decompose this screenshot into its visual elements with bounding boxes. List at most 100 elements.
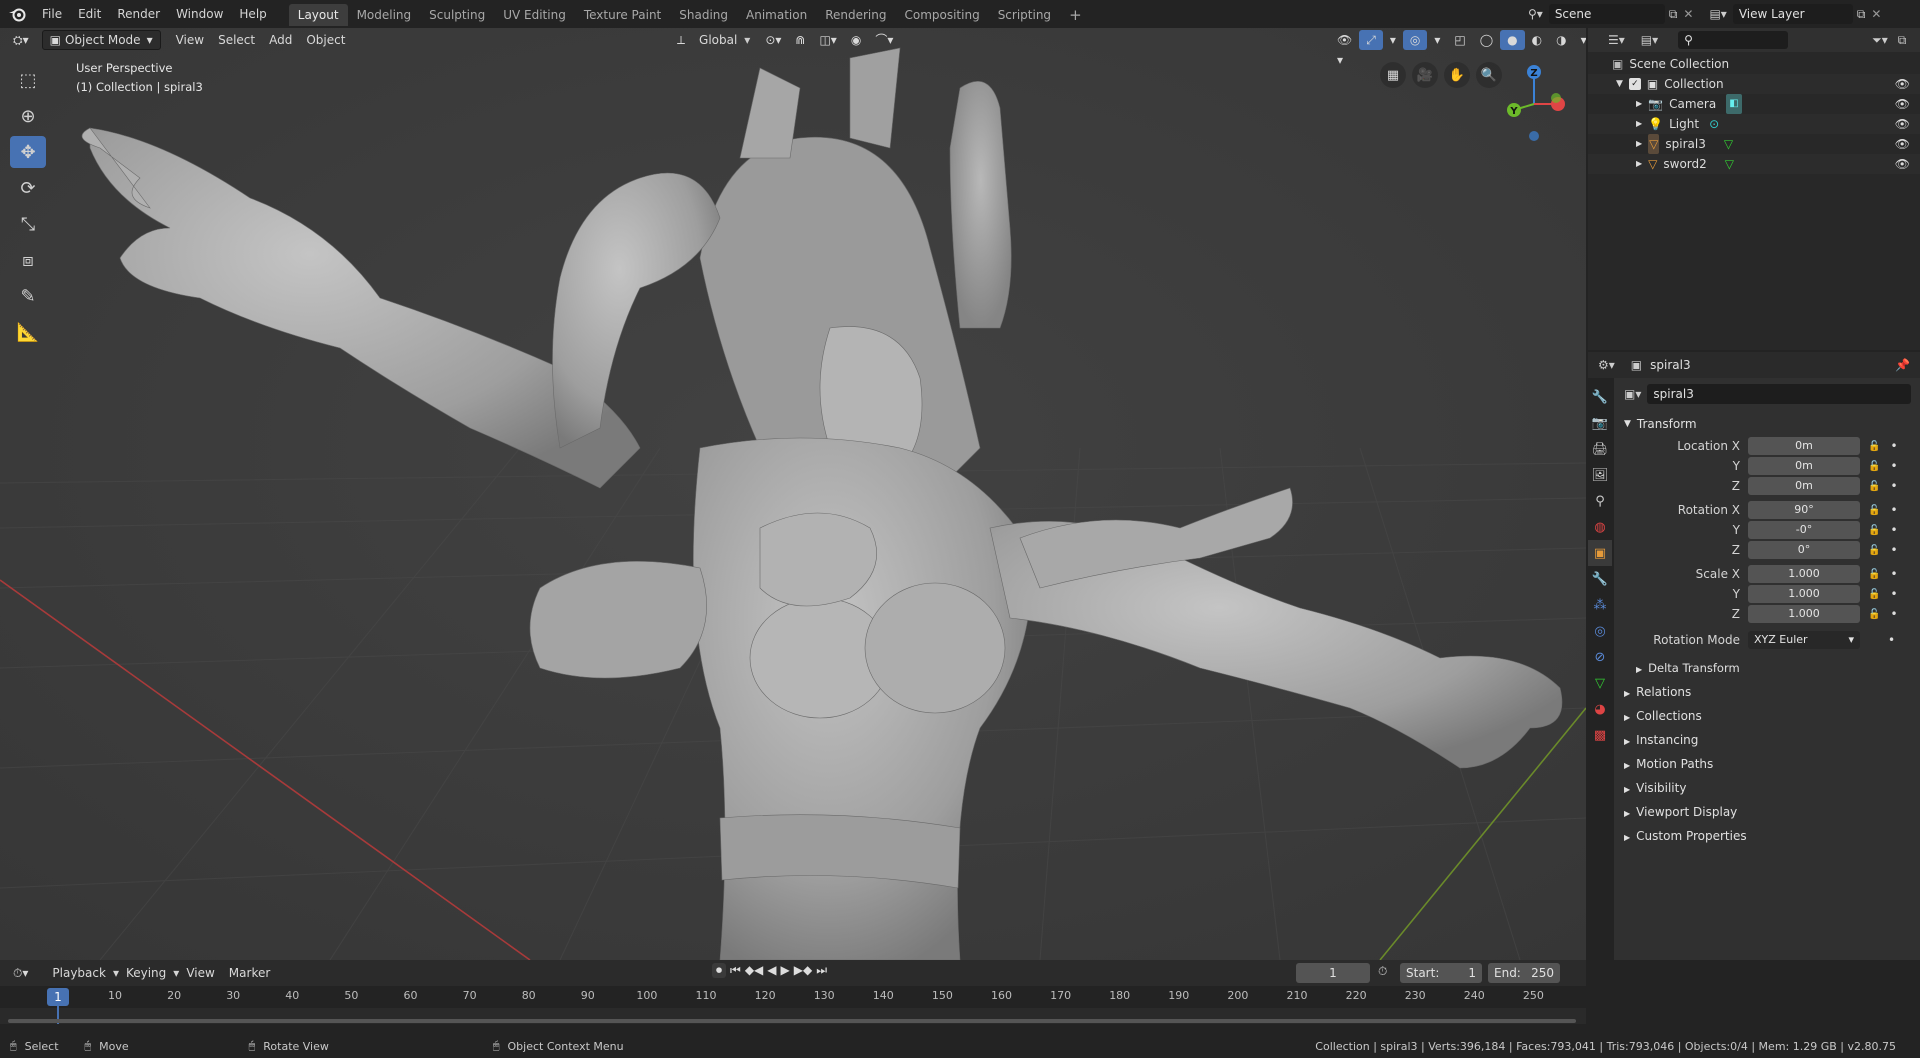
tab-texture-paint[interactable]: Texture Paint — [575, 4, 670, 26]
solid-shading-icon[interactable]: ● — [1500, 30, 1525, 50]
expand-arrow-icon[interactable]: ▼ — [1616, 74, 1623, 94]
tab-compositing[interactable]: Compositing — [895, 4, 988, 26]
annotate-tool-icon[interactable]: ✎ — [10, 280, 46, 312]
transform-orientation-select[interactable]: Global — [692, 30, 744, 50]
timeline-menu-view[interactable]: View — [179, 963, 221, 983]
visibility-panel-header[interactable]: ▶ Visibility — [1614, 776, 1920, 800]
lock-icon[interactable]: 🔓 — [1868, 441, 1880, 452]
keyframe-dot-icon[interactable]: • — [1890, 607, 1897, 621]
keyframe-dot-icon[interactable]: • — [1890, 479, 1897, 493]
rotate-tool-icon[interactable]: ⟳ — [10, 172, 46, 204]
record-icon[interactable]: ⏺ — [712, 963, 727, 978]
render-tab-icon[interactable]: 📷 — [1588, 410, 1612, 436]
mesh-data-icon[interactable]: ▽ — [1725, 154, 1734, 174]
viewport-menu-add[interactable]: Add — [262, 30, 299, 50]
preview-range-icon[interactable]: ⏱ — [1378, 964, 1387, 979]
toggle-ortho-icon[interactable]: ▦ — [1380, 62, 1406, 88]
gizmo-neg-z-axis[interactable] — [1529, 131, 1539, 141]
tool-tab-icon[interactable]: 🔧 — [1588, 384, 1612, 410]
pivot-point-icon[interactable]: ⊙▾ — [758, 30, 788, 50]
menu-help[interactable]: Help — [231, 0, 274, 28]
eye-icon[interactable]: 👁 — [1895, 94, 1910, 114]
jump-keyframe-back-icon[interactable]: ◆◀ — [745, 963, 763, 978]
tab-animation[interactable]: Animation — [737, 4, 816, 26]
keyframe-dot-icon[interactable]: • — [1888, 633, 1895, 647]
keyframe-dot-icon[interactable]: • — [1890, 503, 1897, 517]
outliner-row-spiral3[interactable]: ▶ ▽ spiral3 ▽ 👁 — [1588, 134, 1920, 154]
lock-icon[interactable]: 🔓 — [1868, 569, 1880, 580]
outliner-row-camera[interactable]: ▶ 📷 Camera ◧ 👁 — [1588, 94, 1920, 114]
jump-start-icon[interactable]: ⏮ — [730, 963, 741, 978]
snap-icon[interactable]: ⋒ — [788, 30, 812, 50]
outliner-row-collection[interactable]: ▼ ✓ ▣ Collection 👁 — [1588, 74, 1920, 94]
camera-data-icon[interactable]: ◧ — [1726, 94, 1742, 114]
rotation-x-field[interactable]: 90° — [1748, 501, 1860, 519]
transform-panel-header[interactable]: ▼ Transform — [1614, 412, 1920, 436]
outliner-row-scene-collection[interactable]: ▣ Scene Collection — [1588, 54, 1920, 74]
lock-icon[interactable]: 🔓 — [1868, 481, 1880, 492]
play-reverse-icon[interactable]: ◀ — [767, 963, 776, 978]
jump-end-icon[interactable]: ⏭ — [816, 963, 827, 978]
tab-modeling[interactable]: Modeling — [348, 4, 421, 26]
gizmo-dropdown-icon[interactable]: ▾ — [1383, 30, 1403, 50]
outliner-search-input[interactable]: ⚲ — [1678, 31, 1789, 49]
expand-arrow-icon[interactable]: ▶ — [1636, 94, 1642, 114]
location-x-field[interactable]: 0m — [1748, 437, 1860, 455]
navigation-gizmo[interactable]: Z Y — [1496, 58, 1572, 142]
scene-name-field[interactable]: Scene — [1548, 4, 1665, 24]
falloff-icon[interactable]: ⌒▾ — [868, 30, 900, 50]
viewport-display-panel-header[interactable]: ▶ Viewport Display — [1614, 800, 1920, 824]
menu-edit[interactable]: Edit — [70, 0, 109, 28]
wireframe-shading-icon[interactable]: ◯ — [1473, 30, 1500, 50]
lock-icon[interactable]: 🔓 — [1868, 589, 1880, 600]
visibility-icon[interactable]: 👁▾ — [1330, 30, 1359, 67]
rotation-mode-select[interactable]: XYZ Euler ▾ — [1748, 631, 1860, 649]
mode-selector[interactable]: ▣ Object Mode ▾ — [41, 30, 161, 50]
eye-icon[interactable]: 👁 — [1895, 154, 1910, 174]
menu-render[interactable]: Render — [109, 0, 168, 28]
tab-layout[interactable]: Layout — [288, 4, 348, 26]
scale-tool-icon[interactable]: ⤡ — [10, 208, 46, 240]
view-layer-icon[interactable]: ▤▾ — [1709, 7, 1726, 21]
snap-target-icon[interactable]: ◫▾ — [812, 30, 843, 50]
outliner-editor-icon[interactable]: ☰▾ — [1608, 33, 1625, 47]
motion-paths-panel-header[interactable]: ▶ Motion Paths — [1614, 752, 1920, 776]
tab-scripting[interactable]: Scripting — [989, 4, 1060, 26]
material-tab-icon[interactable]: ◕ — [1588, 696, 1612, 722]
pin-icon[interactable]: 📌 — [1895, 358, 1910, 372]
timeline-menu-marker[interactable]: Marker — [222, 963, 277, 983]
lock-icon[interactable]: 🔓 — [1868, 545, 1880, 556]
properties-editor-icon[interactable]: ⚙▾ — [1598, 358, 1615, 372]
viewport-menu-view[interactable]: View — [169, 30, 211, 50]
view-layer-copy-icon[interactable]: ⧉ — [1857, 7, 1866, 22]
3d-viewport[interactable]: ⛭▾ ▣ Object Mode ▾ View Select Add Objec… — [0, 28, 1586, 960]
start-frame-field[interactable]: Start: 1 — [1400, 963, 1482, 983]
tab-shading[interactable]: Shading — [670, 4, 737, 26]
camera-view-icon[interactable]: 🎥 — [1412, 62, 1438, 88]
end-frame-field[interactable]: End: 250 — [1488, 963, 1560, 983]
display-mode-icon[interactable]: ▤▾ — [1641, 33, 1658, 47]
keyframe-dot-icon[interactable]: • — [1890, 439, 1897, 453]
timeline-track-area[interactable] — [0, 1006, 1586, 1024]
expand-arrow-icon[interactable]: ▶ — [1636, 114, 1642, 134]
pan-view-icon[interactable]: ✋ — [1444, 62, 1470, 88]
lock-icon[interactable]: 🔓 — [1868, 525, 1880, 536]
add-workspace-button[interactable]: + — [1060, 4, 1091, 26]
eye-icon[interactable]: 👁 — [1895, 74, 1910, 94]
keyframe-dot-icon[interactable]: • — [1890, 567, 1897, 581]
overlay-dropdown-icon[interactable]: ▾ — [1427, 30, 1447, 50]
timeline-menu-playback[interactable]: Playback — [45, 963, 113, 983]
playhead-frame-label[interactable]: 1 — [47, 988, 69, 1006]
outliner-row-sword2[interactable]: ▶ ▽ sword2 ▽ 👁 — [1588, 154, 1920, 174]
eye-icon[interactable]: 👁 — [1895, 114, 1910, 134]
timeline-ruler[interactable]: 1 10 20 30 40 50 60 70 80 90 100 110 120 130 140 150 16… — [0, 986, 1586, 1008]
keyframe-dot-icon[interactable]: • — [1890, 459, 1897, 473]
scale-x-field[interactable]: 1.000 — [1748, 565, 1860, 583]
scale-z-field[interactable]: 1.000 — [1748, 605, 1860, 623]
eye-icon[interactable]: 👁 — [1895, 134, 1910, 154]
new-collection-icon[interactable]: ⧉ — [1898, 33, 1907, 48]
delta-transform-header[interactable]: ▶ Delta Transform — [1614, 656, 1920, 680]
timeline-menu-keying[interactable]: Keying — [119, 963, 173, 983]
scene-close-icon[interactable]: ✕ — [1683, 7, 1693, 21]
keyframe-dot-icon[interactable]: • — [1890, 543, 1897, 557]
